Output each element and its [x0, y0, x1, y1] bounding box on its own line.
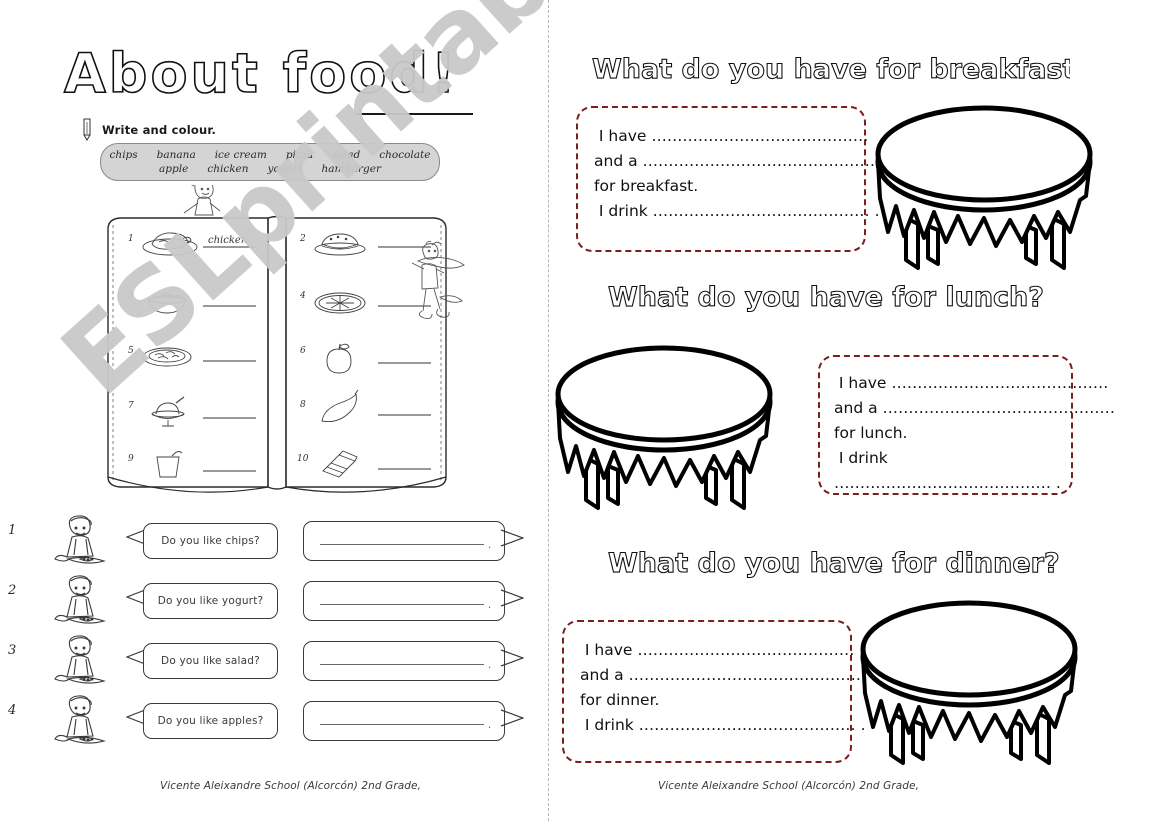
worksheet-page: ESLprintables.com About food! Write and … — [0, 0, 1169, 821]
word-bank-item: chicken — [207, 163, 249, 175]
answer-end-mark: . — [488, 540, 492, 551]
question-bubble: Do you like chips? — [143, 523, 278, 559]
breakfast-line-2: and a ……………………………………… — [594, 152, 876, 171]
word-bank-item: pizza — [285, 148, 314, 161]
dialogue-row: 4 Do you like apples? . — [0, 695, 548, 752]
child-illustration — [50, 693, 112, 755]
lunch-line-4: I drink — [834, 449, 888, 468]
dinner-line-1: I have …………………………………… — [580, 641, 855, 659]
svg-text:What do you have for breakfast: What do you have for breakfast? — [592, 54, 1070, 85]
name-line[interactable] — [355, 113, 473, 115]
breakfast-line-4: I drink …………………………………… . — [594, 202, 880, 221]
left-page: About food! Write and colour. chips banan… — [0, 0, 548, 821]
heading-dinner: What do you have for dinner? — [606, 542, 1066, 582]
svg-text:About food!: About food! — [64, 42, 459, 105]
svg-text:4: 4 — [299, 291, 306, 301]
word-bank-item: apple — [159, 163, 189, 175]
page-title: About food! — [62, 38, 502, 110]
pencil-icon — [80, 118, 94, 142]
question-text: Do you like chips? — [161, 535, 260, 547]
answer-card-breakfast[interactable]: I have …………………………………… and a ………………………………… — [576, 106, 880, 252]
word-bank-item: hamburger — [321, 163, 381, 175]
page-divider — [548, 0, 549, 821]
svg-text:5: 5 — [128, 346, 134, 356]
right-page: What do you have for breakfast? I have …… — [548, 0, 1169, 821]
footer-left: Vicente Aleixandre School (Alcorcón) 2nd… — [160, 780, 422, 792]
heading-lunch: What do you have for lunch? — [606, 276, 1056, 316]
lunch-line-1: I have …………………………………… — [834, 374, 1109, 392]
child-illustration — [50, 633, 112, 695]
answer-card-lunch[interactable]: I have …………………………………… and a ………………………………… — [818, 355, 1116, 495]
speech-tail-right-icon — [500, 527, 525, 549]
open-book-illustration: 1 chicken 3 5 7 9 2 4 6 8 10 — [100, 185, 470, 515]
svg-text:8: 8 — [300, 400, 306, 410]
dialogue-row-number: 3 — [8, 643, 17, 658]
speech-tail-right-icon — [500, 587, 525, 609]
footer-right: Vicente Aleixandre School (Alcorcón) 2nd… — [658, 780, 920, 792]
question-text: Do you like apples? — [157, 715, 264, 727]
answer-end-mark: . — [488, 600, 492, 611]
svg-text:What do you have for lunch?: What do you have for lunch? — [608, 282, 1044, 313]
word-bank: chips banana ice cream pizza salad chocolate … — [100, 143, 440, 181]
answer-bubble[interactable]: . — [303, 581, 505, 621]
word-bank-item: yogurt — [267, 163, 303, 175]
dinner-line-2: and a ……………………………………… — [580, 666, 862, 685]
answer-write-line[interactable] — [320, 664, 484, 665]
round-table-lunch-illustration — [548, 340, 788, 525]
svg-text:6: 6 — [300, 346, 306, 356]
question-bubble: Do you like apples? — [143, 703, 278, 739]
child-illustration — [50, 573, 112, 635]
lunch-line-5: …………………………………… . — [834, 474, 1061, 493]
round-table-breakfast-illustration — [868, 100, 1108, 285]
answer-bubble[interactable]: . — [303, 521, 505, 561]
word-bank-item: salad — [332, 148, 361, 161]
dialogue-exercise: 1 Do you like chips? . 2 Do you like yog… — [0, 515, 548, 765]
svg-text:9: 9 — [128, 454, 134, 464]
instruction-text: Write and colour. — [102, 123, 217, 137]
answer-card-dinner[interactable]: I have …………………………………… and a ………………………………… — [562, 620, 866, 763]
svg-text:2: 2 — [299, 234, 306, 244]
answer-bubble[interactable]: . — [303, 701, 505, 741]
dialogue-row-number: 4 — [8, 703, 17, 718]
lunch-line-3: for lunch. — [834, 424, 908, 443]
dialogue-row: 1 Do you like chips? . — [0, 515, 548, 572]
word-bank-row-1: chips banana ice cream pizza salad chocolate — [110, 148, 431, 162]
answer-write-line[interactable] — [320, 604, 484, 605]
svg-text:1: 1 — [128, 234, 134, 244]
svg-text:10: 10 — [297, 454, 309, 464]
word-bank-row-2: apple chicken yogurt hamburger — [159, 162, 381, 176]
answer-write-line[interactable] — [320, 544, 484, 545]
breakfast-line-3: for breakfast. — [594, 177, 699, 196]
round-table-dinner-illustration — [853, 595, 1093, 780]
question-text: Do you like yogurt? — [157, 595, 264, 607]
word-bank-item: chocolate — [379, 148, 431, 161]
answer-end-mark: . — [488, 720, 492, 731]
heading-breakfast: What do you have for breakfast? — [590, 48, 1070, 88]
svg-text:chicken: chicken — [208, 235, 247, 246]
word-bank-item: banana — [156, 148, 196, 161]
dinner-line-3: for dinner. — [580, 691, 660, 710]
word-bank-item: chips — [109, 148, 138, 161]
svg-text:3: 3 — [128, 291, 134, 301]
child-illustration — [50, 513, 112, 575]
speech-tail-right-icon — [500, 707, 525, 729]
dinner-line-4: I drink …………………………………… . — [580, 716, 866, 735]
instruction-row: Write and colour. — [80, 118, 216, 142]
svg-text:7: 7 — [128, 401, 134, 411]
speech-tail-right-icon — [500, 647, 525, 669]
question-text: Do you like salad? — [161, 655, 260, 667]
answer-bubble[interactable]: . — [303, 641, 505, 681]
svg-text:What do you have for dinner?: What do you have for dinner? — [608, 548, 1060, 579]
dialogue-row: 3 Do you like salad? . — [0, 635, 548, 692]
dialogue-row-number: 2 — [8, 583, 17, 598]
answer-write-line[interactable] — [320, 724, 484, 725]
question-bubble: Do you like salad? — [143, 643, 278, 679]
answer-end-mark: . — [488, 660, 492, 671]
dialogue-row: 2 Do you like yogurt? . — [0, 575, 548, 632]
dialogue-row-number: 1 — [8, 523, 17, 538]
lunch-line-2: and a ……………………………………… — [834, 399, 1116, 418]
word-bank-item: ice cream — [214, 148, 267, 161]
breakfast-line-1: I have …………………………………… — [594, 127, 869, 145]
question-bubble: Do you like yogurt? — [143, 583, 278, 619]
